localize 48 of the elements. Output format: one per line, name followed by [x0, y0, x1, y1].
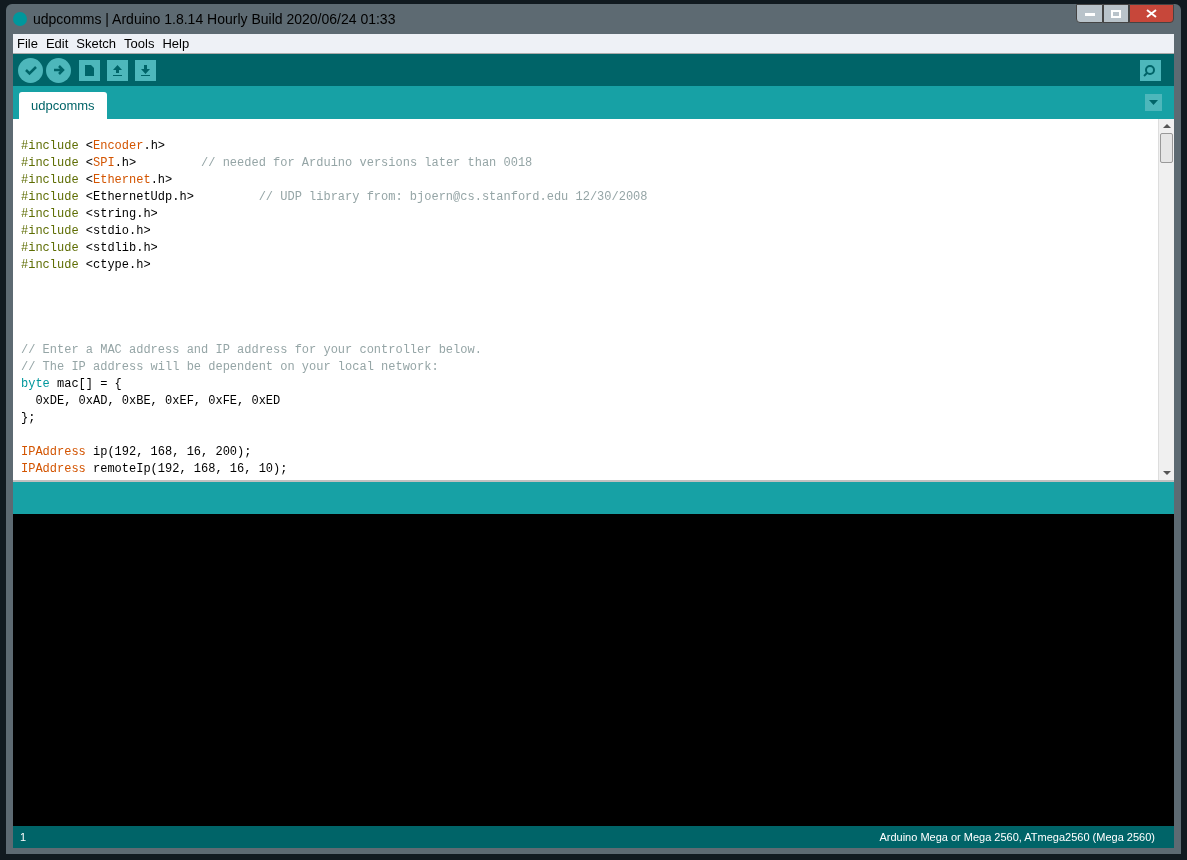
close-button[interactable] — [1129, 4, 1174, 23]
menu-item[interactable]: File — [17, 33, 38, 54]
code-line: IPAddress ip(192, 168, 16, 200); — [21, 444, 252, 461]
arrow-right-icon — [51, 63, 66, 77]
app-logo-icon — [13, 12, 27, 26]
code-line: #include <ctype.h> — [21, 257, 151, 274]
line-number: 1 — [20, 829, 27, 845]
menu-item[interactable]: Sketch — [76, 33, 117, 54]
menu-item[interactable]: Tools — [124, 33, 155, 54]
close-icon — [1146, 9, 1157, 18]
code-line: #include <stdlib.h> — [21, 240, 158, 257]
magnifier-icon — [1143, 63, 1158, 77]
arrow-up-icon — [111, 63, 124, 77]
maximize-icon — [1111, 9, 1121, 18]
verify-button[interactable] — [18, 57, 43, 83]
code-line: #include <EthernetUdp.h> // UDP library from: bjoern@cs.stanford.edu 12/30/2008 — [21, 189, 648, 206]
maximize-button[interactable] — [1103, 4, 1129, 23]
open-button[interactable] — [107, 59, 128, 81]
code-line: 0xDE, 0xAD, 0xBE, 0xEF, 0xFE, 0xED — [34, 393, 281, 410]
scrollbar[interactable] — [1158, 119, 1174, 480]
code-line: #include <Encoder.h> — [21, 138, 166, 155]
code-line: byte mac[] = { — [21, 376, 122, 393]
menu-item[interactable]: Help — [162, 33, 190, 54]
new-button[interactable] — [79, 59, 100, 81]
code-line: #include <stdio.h> — [21, 223, 151, 240]
code-line: IPAddress remoteIp(192, 168, 16, 10); — [21, 461, 288, 478]
code-line: #include <SPI.h> // needed for Arduino versions later than 0018 — [21, 155, 533, 172]
code-line: #include <Ethernet.h> — [21, 172, 173, 189]
code-editor[interactable] — [13, 119, 1174, 480]
code-line: // Enter a MAC address and IP address for your controller below. — [21, 342, 482, 359]
scroll-thumb[interactable] — [1160, 133, 1173, 163]
board-name: Arduino Mega or Mega 2560, ATmega2560 (Mega 2560) — [879, 829, 1155, 845]
code-line: // The IP address will be dependent on your local network: — [21, 359, 439, 376]
code-line: }; — [21, 410, 36, 427]
minimize-button[interactable] — [1076, 4, 1103, 23]
minimize-icon — [1084, 11, 1095, 16]
checkmark-icon — [23, 63, 38, 77]
serial-monitor-button[interactable] — [1140, 59, 1161, 81]
code-line: #include <string.h> — [21, 206, 158, 223]
save-button[interactable] — [135, 59, 156, 81]
arrow-down-icon — [139, 63, 152, 77]
sketch-tab[interactable]: udpcomms — [19, 92, 107, 119]
upload-button[interactable] — [46, 57, 71, 83]
caret-icon — [1149, 100, 1158, 105]
tab-menu-button[interactable] — [1145, 94, 1162, 111]
menu-item[interactable]: Edit — [45, 33, 69, 54]
document-icon — [83, 63, 96, 77]
window-title: udpcomms | Arduino 1.8.14 Hourly Build 2020/06/24 01:33 — [33, 9, 396, 29]
